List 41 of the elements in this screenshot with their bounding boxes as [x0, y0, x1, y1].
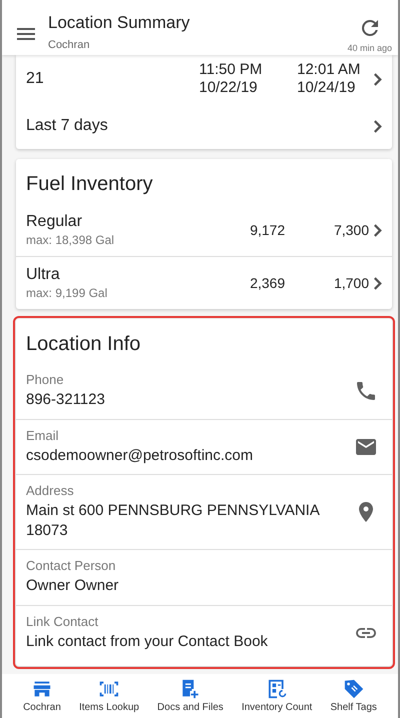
- field-label: Contact Person: [26, 558, 116, 574]
- field-label: Link Contact: [26, 614, 98, 629]
- fuel-max: max: 9,199 Gal: [26, 286, 108, 300]
- tag-icon: [342, 678, 365, 700]
- field-label: Address: [26, 483, 74, 498]
- location-name: Cochran: [48, 39, 90, 51]
- nav-item[interactable]: Shelf Tags: [330, 678, 377, 718]
- field-value: csodemoowner@petrosoftinc.com: [26, 446, 253, 466]
- fuel-value: 7,300: [334, 222, 369, 238]
- chevron-icon: [373, 72, 382, 86]
- field-value: Link contact from your Contact Book: [26, 632, 268, 652]
- chevron-icon: [373, 120, 382, 133]
- shift-number: 21: [26, 70, 45, 88]
- fuel-row[interactable]: Ultra max: 9,199 Gal 2,369 1,700: [16, 256, 392, 310]
- start-time: 11:50 PM 10/22/19: [199, 61, 264, 98]
- card-title: Location Info: [25, 332, 142, 358]
- fuel-value: 9,172: [250, 222, 286, 238]
- chevron-icon: [373, 224, 382, 237]
- nav-item[interactable]: Docs and Files: [157, 678, 224, 718]
- period-row[interactable]: Last 7 days: [26, 103, 382, 150]
- chevron-icon: [373, 276, 382, 290]
- end-time: 12:01 AM 10/24/19: [297, 61, 362, 98]
- nav-item[interactable]: Items Lookup: [79, 678, 140, 718]
- nav-item[interactable]: Cochran: [23, 678, 61, 718]
- fuel-name: Regular: [26, 213, 82, 232]
- field-value: 896-321123: [26, 390, 105, 410]
- shift-row[interactable]: 21 11:50 PM 10/22/19 12:01 AM 10/24/19: [26, 55, 382, 104]
- fuel-value: 2,369: [250, 275, 286, 292]
- card-title: Fuel Inventory: [25, 172, 154, 198]
- fuel-value: 1,700: [334, 275, 369, 292]
- field-label: Email: [26, 428, 59, 443]
- fuel-row[interactable]: Regular max: 18,398 Gal 9,172 7,300: [16, 204, 392, 256]
- last-updated: 40 min ago: [347, 43, 392, 53]
- field-value: Owner Owner: [26, 576, 119, 596]
- nav-item[interactable]: Inventory Count: [242, 678, 312, 718]
- field-label: Phone: [26, 372, 64, 388]
- screen-title: Location Summary: [48, 13, 190, 33]
- period-label: Last 7 days: [26, 117, 109, 136]
- field-value: Main st 600 PENNSBURG PENNSYLVANIA 18073: [26, 501, 320, 540]
- fuel-name: Ultra: [26, 266, 60, 284]
- fuel-max: max: 18,398 Gal: [26, 233, 114, 248]
